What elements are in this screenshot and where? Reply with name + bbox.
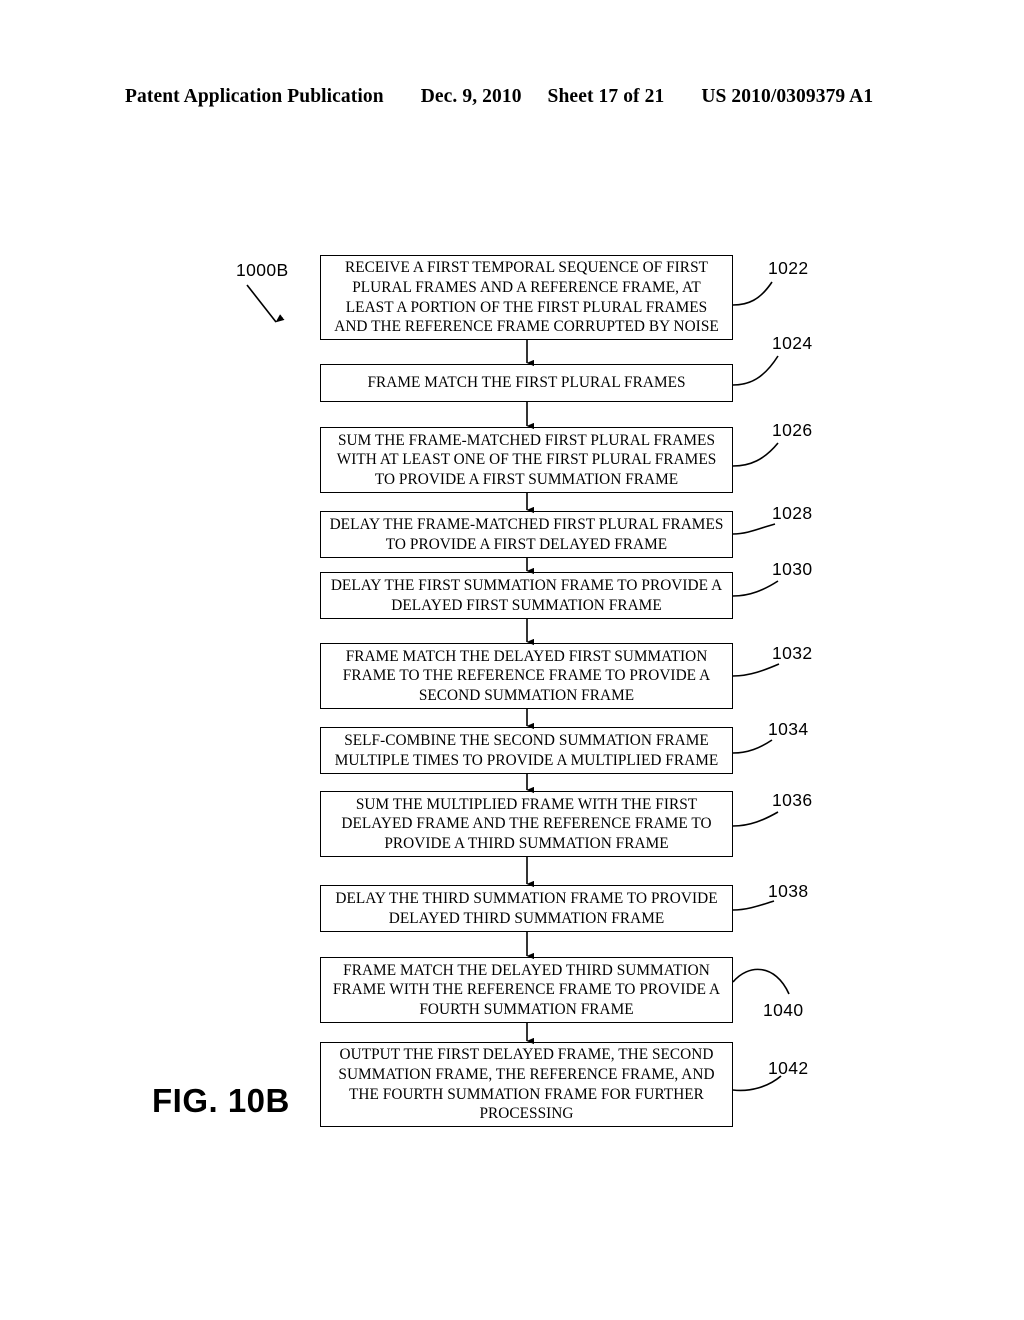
leader-line-1028 xyxy=(732,523,776,535)
flowchart-step-1036-text: SUM THE MULTIPLIED FRAME WITH THE FIRST … xyxy=(341,795,712,852)
flowchart-step-1034: SELF-COMBINE THE SECOND SUMMATION FRAME … xyxy=(320,727,733,774)
reference-numeral-1024: 1024 xyxy=(772,333,813,353)
flowchart-step-1022-text: RECEIVE A FIRST TEMPORAL SEQUENCE OF FIR… xyxy=(334,259,719,336)
patent-figure-page: Patent Application Publication Dec. 9, 2… xyxy=(0,0,1024,1320)
flowchart-step-1038-text: DELAY THE THIRD SUMMATION FRAME TO PROVI… xyxy=(335,889,718,927)
leader-line-1034 xyxy=(732,739,773,754)
flowchart-step-1026: SUM THE FRAME-MATCHED FIRST PLURAL FRAME… xyxy=(320,427,733,493)
flowchart-step-1032-text: FRAME MATCH THE DELAYED FIRST SUMMATION … xyxy=(342,647,711,704)
diagram-label-arrow xyxy=(246,284,285,323)
leader-line-1030 xyxy=(732,580,779,597)
flowchart-step-1028-text: DELAY THE FRAME-MATCHED FIRST PLURAL FRA… xyxy=(329,515,724,553)
leader-line-1026 xyxy=(732,442,779,467)
reference-numeral-1030: 1030 xyxy=(772,559,813,579)
flowchart-step-1042-text: OUTPUT THE FIRST DELAYED FRAME, THE SECO… xyxy=(338,1046,715,1123)
figure-caption: FIG. 10B xyxy=(152,1082,290,1119)
header-date: Dec. 9, 2010 xyxy=(420,86,522,107)
flowchart-step-1040: FRAME MATCH THE DELAYED THIRD SUMMATION … xyxy=(320,957,733,1023)
leader-line-1022 xyxy=(732,281,773,306)
flowchart-step-1040-text: FRAME MATCH THE DELAYED THIRD SUMMATION … xyxy=(332,961,721,1018)
flowchart-step-1028: DELAY THE FRAME-MATCHED FIRST PLURAL FRA… xyxy=(320,511,733,558)
leader-line-1040 xyxy=(732,968,790,995)
flowchart-step-1032: FRAME MATCH THE DELAYED FIRST SUMMATION … xyxy=(320,643,733,709)
reference-numeral-1028: 1028 xyxy=(772,503,813,523)
flowchart-step-1022: RECEIVE A FIRST TEMPORAL SEQUENCE OF FIR… xyxy=(320,255,733,340)
reference-numeral-1042: 1042 xyxy=(768,1058,809,1078)
flowchart-step-1042: OUTPUT THE FIRST DELAYED FRAME, THE SECO… xyxy=(320,1042,733,1127)
flowchart-step-1036: SUM THE MULTIPLIED FRAME WITH THE FIRST … xyxy=(320,791,733,857)
reference-numeral-1040: 1040 xyxy=(763,1000,804,1020)
flowchart-step-1030: DELAY THE FIRST SUMMATION FRAME TO PROVI… xyxy=(320,572,733,619)
reference-numeral-1038: 1038 xyxy=(768,881,809,901)
flowchart-step-1030-text: DELAY THE FIRST SUMMATION FRAME TO PROVI… xyxy=(330,576,723,614)
header-patent-number: US 2010/0309379 A1 xyxy=(701,86,874,107)
leader-line-1036 xyxy=(732,811,779,827)
header-publication-title: Patent Application Publication xyxy=(125,86,384,107)
reference-numeral-1032: 1032 xyxy=(772,643,813,663)
reference-numeral-1022: 1022 xyxy=(768,258,809,278)
flowchart-step-1026-text: SUM THE FRAME-MATCHED FIRST PLURAL FRAME… xyxy=(336,431,717,488)
flowchart-step-1024: FRAME MATCH THE FIRST PLURAL FRAMES xyxy=(320,364,733,402)
leader-line-1032 xyxy=(732,663,780,677)
diagram-reference-label: 1000B xyxy=(236,260,289,280)
header-sheet-number: Sheet 17 of 21 xyxy=(547,86,665,107)
leader-line-1038 xyxy=(732,900,775,911)
flowchart-step-1034-text: SELF-COMBINE THE SECOND SUMMATION FRAME … xyxy=(334,731,719,769)
reference-numeral-1026: 1026 xyxy=(772,420,813,440)
leader-line-1024 xyxy=(732,355,779,386)
reference-numeral-1034: 1034 xyxy=(768,719,809,739)
page-header: Patent Application Publication Dec. 9, 2… xyxy=(0,86,1024,112)
reference-numeral-1036: 1036 xyxy=(772,790,813,810)
flowchart-step-1038: DELAY THE THIRD SUMMATION FRAME TO PROVI… xyxy=(320,885,733,932)
flowchart-step-1024-text: FRAME MATCH THE FIRST PLURAL FRAMES xyxy=(367,374,686,392)
